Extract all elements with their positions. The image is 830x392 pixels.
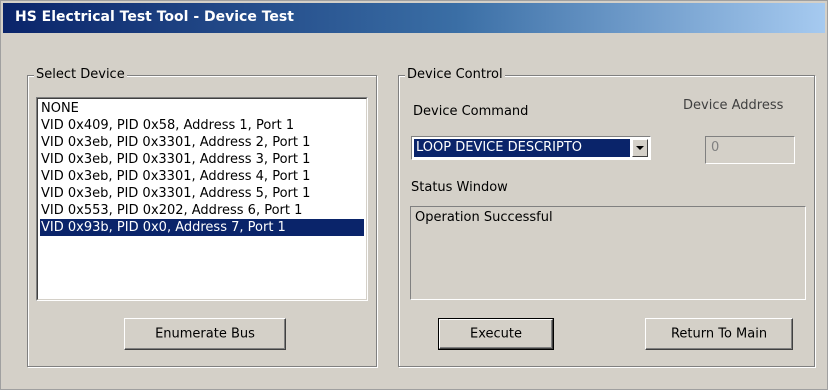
return-to-main-button[interactable]: Return To Main <box>645 318 793 350</box>
title-bar[interactable]: HS Electrical Test Tool - Device Test <box>3 3 825 33</box>
select-device-group: Select Device NONE VID 0x409, PID 0x58, A… <box>27 67 377 367</box>
window-title: HS Electrical Test Tool - Device Test <box>15 9 294 25</box>
list-item[interactable]: VID 0x3eb, PID 0x3301, Address 3, Port 1 <box>40 151 364 168</box>
execute-label: Execute <box>470 326 522 342</box>
status-text: Operation Successful <box>415 210 553 225</box>
select-device-legend: Select Device <box>34 67 127 82</box>
list-item[interactable]: VID 0x93b, PID 0x0, Address 7, Port 1 <box>40 219 364 236</box>
device-list: NONE VID 0x409, PID 0x58, Address 1, Port… <box>40 100 364 236</box>
chevron-down-icon[interactable] <box>632 139 648 157</box>
list-item[interactable]: VID 0x409, PID 0x58, Address 1, Port 1 <box>40 117 364 134</box>
return-to-main-label: Return To Main <box>670 326 768 342</box>
enumerate-bus-label: Enumerate Bus <box>155 326 255 342</box>
device-listbox[interactable]: NONE VID 0x409, PID 0x58, Address 1, Port… <box>36 97 368 301</box>
device-command-value: LOOP DEVICE DESCRIPTO <box>414 139 630 157</box>
list-item[interactable]: NONE <box>40 100 364 117</box>
list-item[interactable]: VID 0x553, PID 0x202, Address 6, Port 1 <box>40 202 364 219</box>
execute-button[interactable]: Execute <box>438 318 554 350</box>
device-address-label: Device Address <box>683 98 784 113</box>
status-window: Operation Successful <box>410 206 806 300</box>
device-test-window: HS Electrical Test Tool - Device Test Se… <box>0 0 828 390</box>
device-command-select[interactable]: LOOP DEVICE DESCRIPTO <box>411 136 651 160</box>
device-control-group: Device Control Device Command Device Add… <box>398 67 815 367</box>
device-address-field: 0 <box>705 136 795 164</box>
status-window-label: Status Window <box>411 180 508 195</box>
enumerate-bus-button[interactable]: Enumerate Bus <box>124 318 286 350</box>
device-control-legend: Device Control <box>405 67 505 82</box>
list-item[interactable]: VID 0x3eb, PID 0x3301, Address 4, Port 1 <box>40 168 364 185</box>
list-item[interactable]: VID 0x3eb, PID 0x3301, Address 2, Port 1 <box>40 134 364 151</box>
device-address-value: 0 <box>711 140 720 155</box>
device-command-label: Device Command <box>413 104 529 119</box>
list-item[interactable]: VID 0x3eb, PID 0x3301, Address 5, Port 1 <box>40 185 364 202</box>
